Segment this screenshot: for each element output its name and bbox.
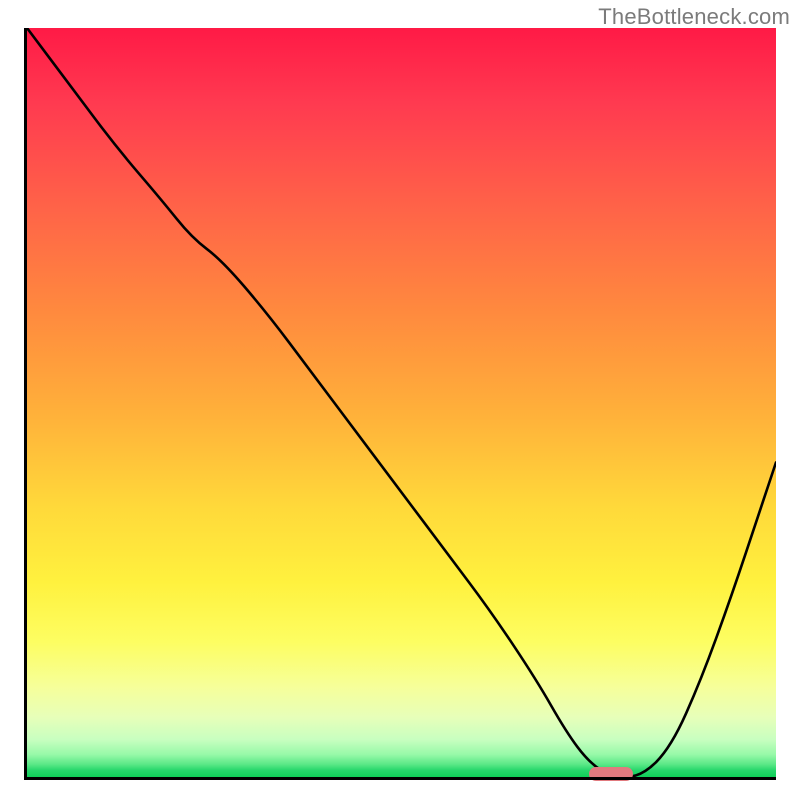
chart-container: TheBottleneck.com	[0, 0, 800, 800]
curve-svg	[27, 28, 776, 777]
chart-frame	[24, 28, 776, 780]
current-position-marker	[589, 767, 633, 781]
bottleneck-curve-path	[27, 28, 776, 777]
watermark-text: TheBottleneck.com	[598, 4, 790, 30]
